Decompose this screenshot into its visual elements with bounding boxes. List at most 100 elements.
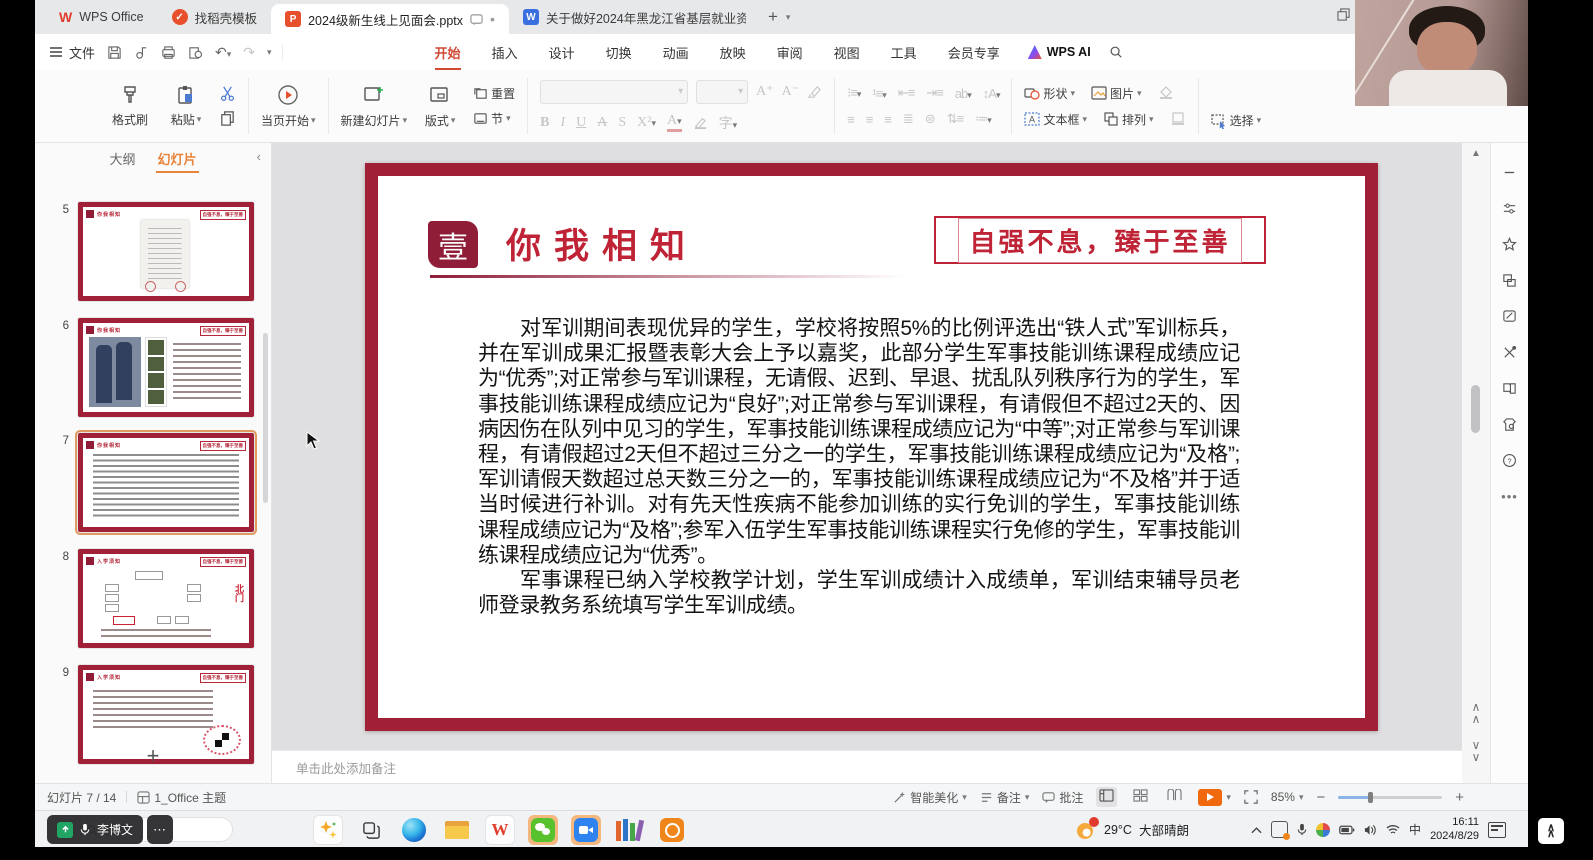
tab-transitions[interactable]: 切换 [604,39,634,66]
effects-star-icon[interactable] [1502,237,1517,252]
meeting-more-button[interactable]: ⋯ [147,815,173,844]
tab-current-presentation[interactable]: P 2024级新生线上见面会.pptx • [271,4,509,34]
weather-widget[interactable]: 29°C 大部晴朗 [1075,811,1189,847]
tab-tools[interactable]: 工具 [889,39,919,66]
font-color-button[interactable]: A▾ [667,113,682,132]
zoom-slider[interactable] [1338,796,1442,799]
italic-button[interactable]: I [560,115,565,131]
highlight-color-button[interactable] [693,115,708,130]
vertical-scrollbar[interactable]: ▲ ∧∧ ∨∨ [1462,143,1490,783]
wps-office-button[interactable]: W [485,815,515,845]
edge-browser-button[interactable] [399,815,429,845]
fit-slide-button[interactable] [1244,790,1258,804]
layers-icon[interactable] [1502,273,1517,288]
clear-format-button[interactable] [807,84,822,99]
slide-sorter-view-button[interactable] [1130,787,1151,807]
superscript-button[interactable]: X²▾ [637,115,656,131]
tab-slideshow[interactable]: 放映 [718,39,748,66]
task-view-button[interactable] [356,815,386,845]
tab-home[interactable]: 开始 [433,39,463,66]
paragraph-settings-button[interactable]: ≔▾ [975,111,991,127]
tray-color-icon[interactable] [1316,823,1330,837]
paste-button[interactable]: 粘贴▾ [163,84,209,128]
arrange-button[interactable]: 排列▾ [1103,111,1154,128]
section-button[interactable]: 节▾ [473,110,515,127]
decrease-indent-button[interactable]: ⇤≡ [898,85,914,101]
tab-list-chevron-icon[interactable]: ▾ [786,12,791,23]
notes-bar[interactable]: 单击此处添加备注 [272,750,1462,783]
outline-color-button[interactable] [1170,111,1186,127]
bold-button[interactable]: B [540,115,549,131]
file-explorer-button[interactable] [442,815,472,845]
increase-indent-button[interactable]: ⇥≡ [926,85,942,101]
recorder-app-button[interactable] [657,815,687,845]
wechat-button[interactable] [528,815,558,845]
tab-docer-templates[interactable]: ✓ 找稻壳模板 [158,0,272,34]
smart-beautify-button[interactable]: 智能美化▾ [893,789,967,806]
comment-icon[interactable] [470,13,483,26]
zoom-slider-knob[interactable] [1368,792,1373,803]
distribute-button[interactable]: ⊜ [925,111,935,127]
picture-button[interactable]: 图片▾ [1091,85,1142,102]
theme-indicator[interactable]: 1_Office 主题 [137,789,226,806]
slide-editor-area[interactable]: 壹 你我相知 自强不息，臻于至善 对军训期间表现优异的学生，学校将按照5%的比例… [272,143,1462,750]
tab-review[interactable]: 审阅 [775,39,805,66]
file-menu-button[interactable]: 文件 [35,43,107,62]
more-icon[interactable]: ••• [1501,489,1518,504]
ime-indicator[interactable]: 中 [1409,821,1421,838]
tab-insert[interactable]: 插入 [490,39,520,66]
zoom-out-button[interactable]: − [1316,789,1325,806]
add-slide-button[interactable]: + [35,743,271,769]
scrollbar-thumb[interactable] [1471,385,1480,433]
select-button[interactable]: 选择▾ [1211,112,1262,129]
numbered-list-button[interactable]: ¹≡▾ [872,86,885,101]
strikethrough-button[interactable]: S [618,115,626,131]
speaker-icon[interactable] [1364,824,1377,836]
underline-button[interactable]: U [576,115,586,131]
tab-outline[interactable]: 大纲 [109,149,135,168]
template-search-icon[interactable] [1502,417,1517,432]
format-painter-button[interactable]: 格式刷 [107,84,153,128]
save-icon[interactable] [107,45,122,60]
reset-button[interactable]: 重置 [473,85,515,102]
decrease-font-button[interactable]: A⁻ [782,83,800,100]
screen-share-icon[interactable] [57,822,73,838]
battery-icon[interactable] [1339,825,1355,835]
tab-view[interactable]: 视图 [832,39,862,66]
layout-button[interactable]: 版式▾ [417,83,463,129]
taskbar-clock[interactable]: 16:11 2024/8/29 [1430,816,1479,844]
library-app-button[interactable] [614,815,644,845]
tray-microphone-icon[interactable] [1297,823,1307,836]
fill-color-button[interactable] [1158,85,1174,101]
columns-button[interactable]: ab▾ [955,86,971,101]
panel-scrollbar[interactable] [263,333,268,503]
font-size-select[interactable]: ▾ [696,80,748,104]
tab-member[interactable]: 会员专享 [946,39,1002,66]
restore-window-button[interactable] [1337,8,1350,21]
next-slide-button[interactable]: ∨∨ [1462,739,1490,763]
help-icon[interactable]: ? [1502,453,1517,468]
edit-document-icon[interactable] [1502,309,1517,324]
align-center-button[interactable]: ≡ [866,112,873,127]
justify-button[interactable]: ≣ [903,111,913,127]
reading-view-button[interactable] [1164,787,1185,807]
align-left-button[interactable]: ≡ [847,112,854,127]
print-icon[interactable] [161,45,176,60]
notification-center-icon[interactable] [1488,822,1506,838]
new-slide-button[interactable]: 新建幻灯片▾ [341,83,408,129]
slideshow-play-button[interactable]: ▾ [1198,789,1231,806]
comments-button[interactable]: 批注 [1042,789,1083,806]
meeting-app-button[interactable] [571,815,601,845]
tray-app-icon[interactable] [1271,821,1288,838]
redo-button[interactable]: ↷ [243,44,255,61]
scroll-up-icon[interactable]: ▲ [1462,149,1490,159]
line-spacing-button[interactable]: ⇅≡ [947,111,963,127]
align-right-button[interactable]: ≡ [884,112,891,127]
tools-icon[interactable] [1502,345,1517,360]
copy-button[interactable] [219,110,236,127]
font-family-select[interactable]: ▾ [540,80,688,104]
cut-button[interactable] [219,85,236,102]
microphone-icon[interactable] [80,823,90,836]
play-from-current-button[interactable]: 当页开始▾ [261,83,316,129]
resource-book-icon[interactable] [1502,381,1517,396]
